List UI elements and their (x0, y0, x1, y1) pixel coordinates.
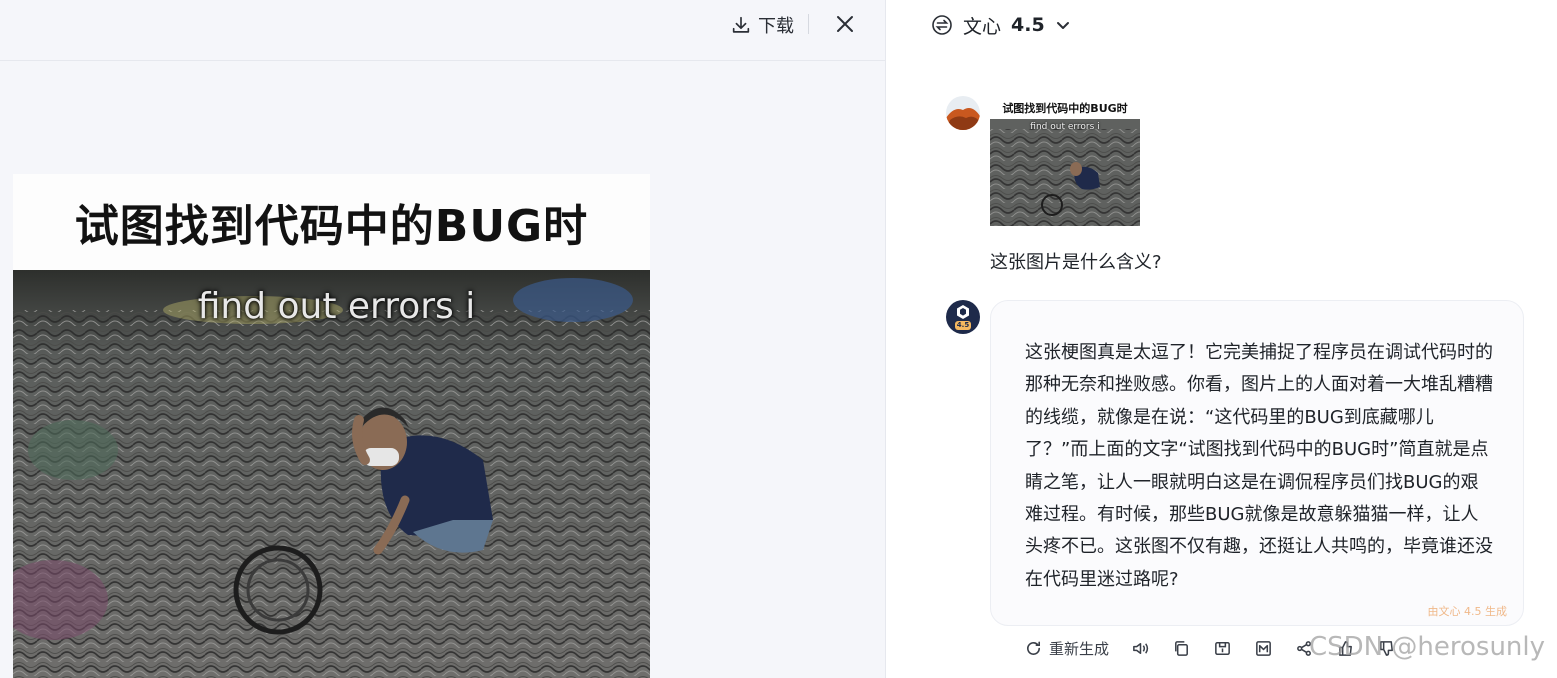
chevron-down-icon (1056, 22, 1069, 29)
bot-avatar: 4.5 (946, 300, 980, 334)
save-button[interactable] (1213, 639, 1232, 658)
refresh-icon (1027, 641, 1041, 655)
close-preview-button[interactable] (832, 11, 858, 37)
image-preview-panel: 下载 试图找到代码中的BUG时 find out errors i (0, 0, 886, 678)
download-label: 下载 (758, 16, 794, 37)
answer-actions: 重新生成 (1024, 636, 1418, 660)
toolbar-divider (808, 14, 809, 34)
model-selector[interactable]: 文心 4.5 (931, 11, 1071, 39)
close-icon (837, 16, 853, 32)
meme-photo (13, 270, 650, 678)
generated-by-tag: 由文心 4.5 生成 (1427, 605, 1508, 618)
model-version: 4.5 (1011, 14, 1045, 36)
answer-text: 这张梗图真是太逗了！它完美捕捉了程序员在调试代码时的那种无奈和挫败感。你看，图片… (1025, 342, 1493, 590)
thumbnail-caption: 试图找到代码中的BUG时 (990, 96, 1140, 119)
preview-toolbar: 下载 (0, 0, 886, 61)
speaker-icon (1133, 642, 1149, 654)
share-button[interactable] (1295, 639, 1314, 658)
copy-button[interactable] (1172, 639, 1191, 658)
download-icon (732, 16, 750, 33)
model-switch-icon (932, 15, 952, 35)
save-icon (1215, 641, 1230, 655)
model-name: 文心 (963, 15, 1002, 38)
bot-avatar-version: 4.5 (954, 321, 972, 330)
dislike-button[interactable] (1377, 639, 1396, 658)
meme-subtitle: find out errors i (197, 286, 476, 327)
regenerate-button[interactable]: 重新生成 (1024, 638, 1109, 659)
copy-icon (1175, 640, 1188, 656)
image-button[interactable] (1254, 639, 1273, 658)
user-avatar (946, 96, 980, 130)
thumbs-up-icon (1339, 640, 1352, 656)
ernie-logo-icon (957, 305, 969, 319)
user-question: 这张图片是什么含义? (990, 252, 1162, 273)
like-button[interactable] (1336, 639, 1355, 658)
meme-image: 试图找到代码中的BUG时 find out errors i (13, 174, 650, 678)
uploaded-image-thumbnail[interactable]: 试图找到代码中的BUG时 find out errors i (990, 96, 1140, 226)
thumbnail-subtitle: find out errors i (1030, 122, 1100, 132)
thumbs-down-icon (1380, 640, 1393, 656)
thumbnail-photo (990, 119, 1140, 226)
image-icon (1256, 640, 1271, 656)
regenerate-label: 重新生成 (1049, 639, 1110, 658)
download-button[interactable]: 下载 (730, 12, 794, 38)
meme-caption: 试图找到代码中的BUG时 (13, 174, 650, 270)
answer-card: 这张梗图真是太逗了！它完美捕捉了程序员在调试代码时的那种无奈和挫败感。你看，图片… (990, 300, 1524, 626)
read-aloud-button[interactable] (1131, 639, 1150, 658)
share-icon (1297, 640, 1311, 656)
chat-panel: 文心 4.5 试图找到代码中的BUG时 find out errors i 这张图… (887, 0, 1557, 678)
